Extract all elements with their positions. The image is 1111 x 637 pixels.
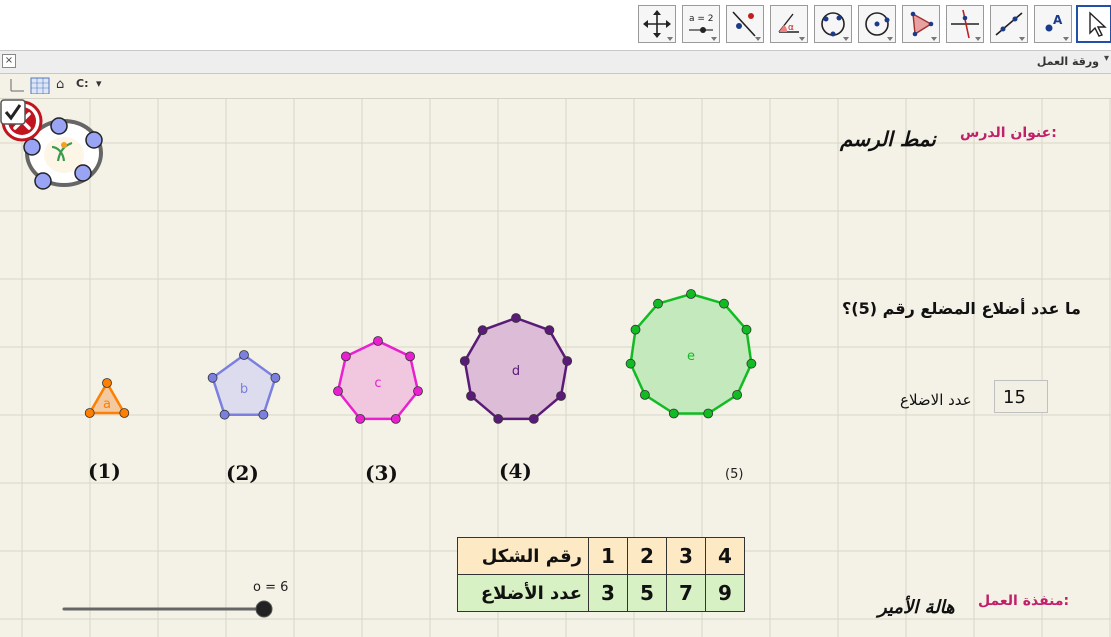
show-shape-5-label: (5): [725, 467, 744, 482]
polygon-d-vertex[interactable]: [459, 356, 470, 366]
grid-toggle-icon[interactable]: [30, 77, 50, 94]
slider-label: o = 6: [253, 580, 289, 595]
polygon-b-vertex[interactable]: [270, 372, 281, 383]
polygon-e-vertex[interactable]: [653, 298, 663, 309]
angle-tool[interactable]: α: [770, 5, 808, 43]
polygon-c-vertex[interactable]: [413, 386, 423, 397]
view-menu-chevron-icon[interactable]: ▾: [1104, 53, 1109, 64]
table-cell: 7: [666, 574, 706, 612]
polygon-e-vertex[interactable]: [630, 324, 641, 335]
polygon-e-vertex[interactable]: [625, 358, 636, 369]
polygon-c-vertex[interactable]: [390, 413, 401, 424]
polygon-b-label: b: [240, 382, 248, 397]
polygon-e-vertex[interactable]: [703, 408, 714, 419]
polygon-c-vertex[interactable]: [333, 386, 343, 397]
close-view-button[interactable]: ×: [2, 54, 16, 68]
shape-number-1: (1): [88, 459, 121, 483]
select-tool[interactable]: [1076, 5, 1111, 43]
polygon-c-vertex[interactable]: [355, 413, 366, 424]
author-name: هالة الأمير: [878, 597, 955, 618]
line-tool[interactable]: [990, 5, 1028, 43]
polygon-e-vertex[interactable]: [732, 389, 742, 400]
table-cell: 3: [666, 537, 706, 575]
polygon-e-label: e: [687, 349, 695, 364]
table-cell: 3: [588, 574, 628, 612]
author-label: منفذة العمل:: [978, 593, 1070, 609]
polygon-a-label: a: [103, 397, 111, 412]
table-row: رقم الشكل 1 2 3 4: [457, 537, 745, 575]
pattern-table: رقم الشكل 1 2 3 4 عدد الأضلاع 3 5 7 9: [457, 537, 745, 612]
undo-button[interactable]: C:: [76, 77, 88, 94]
toolbar: a = 2 α A: [0, 0, 1111, 51]
reflect-tool[interactable]: [726, 5, 764, 43]
polygon-d-vertex[interactable]: [511, 313, 521, 323]
table-cell: 4: [705, 537, 745, 575]
shape-number-3: (3): [365, 461, 398, 485]
table-cell: 9: [705, 574, 745, 612]
polygon-e-vertex[interactable]: [746, 358, 757, 369]
polygon-e-vertex[interactable]: [668, 408, 679, 419]
polygon-e-vertex[interactable]: [640, 389, 650, 400]
point-tool[interactable]: A: [1034, 5, 1072, 43]
table-row: عدد الأضلاع 3 5 7 9: [457, 574, 745, 612]
polygon-d-vertex[interactable]: [466, 391, 476, 401]
slider-o[interactable]: [56, 597, 286, 621]
polygon-c-vertex[interactable]: [405, 351, 416, 362]
cursor-arrow-icon: [1089, 11, 1107, 37]
shape-number-4: (4): [499, 459, 532, 483]
polygon-d-vertex[interactable]: [528, 413, 539, 424]
polygon-d-label: d: [512, 364, 520, 379]
circle-center-point-tool[interactable]: [858, 5, 896, 43]
polygon-c-vertex[interactable]: [373, 336, 383, 346]
table-header-sides-count: عدد الأضلاع: [457, 574, 589, 612]
polygon-d-vertex[interactable]: [493, 413, 504, 424]
table-cell: 1: [588, 537, 628, 575]
move-graphics-view-tool[interactable]: [638, 5, 676, 43]
angle-tool-label: α: [788, 23, 794, 33]
home-icon[interactable]: ⌂: [56, 77, 64, 94]
polygon-a-vertex[interactable]: [102, 378, 112, 388]
polygon-e-vertex[interactable]: [741, 324, 752, 335]
axes-toggle-icon[interactable]: [8, 77, 26, 94]
graphics-view[interactable]: عنوان الدرس: نمط الرسم ما عدد أضلاع المض…: [0, 99, 1111, 637]
polygon-d-vertex[interactable]: [556, 391, 566, 401]
polygon-a-vertex[interactable]: [84, 408, 95, 418]
polygon-b-vertex[interactable]: [258, 409, 269, 420]
polygon-d-vertex[interactable]: [562, 356, 573, 366]
polygon-b-vertex[interactable]: [219, 409, 230, 420]
slider-tool-label: a = 2: [689, 14, 714, 24]
polygon-b-vertex[interactable]: [207, 372, 218, 383]
slider-tool[interactable]: a = 2: [682, 5, 720, 43]
view-title: ورقة العمل: [1036, 55, 1099, 68]
graphics-style-bar: ⌂ C: ▾: [0, 74, 1111, 99]
table-cell: 2: [627, 537, 667, 575]
perpendicular-line-tool[interactable]: [946, 5, 984, 43]
shape-number-2: (2): [226, 461, 259, 485]
polygon-a-vertex[interactable]: [119, 408, 130, 418]
polygon-e-vertex[interactable]: [719, 298, 729, 309]
graphics-menu-chevron-icon[interactable]: ▾: [96, 77, 102, 94]
polygon-e-vertex[interactable]: [686, 289, 696, 299]
point-tool-label: A: [1053, 13, 1063, 27]
polygon-d-vertex[interactable]: [544, 325, 555, 336]
polygon-c-vertex[interactable]: [340, 351, 351, 362]
polygon-tool[interactable]: [902, 5, 940, 43]
polygon-d-vertex[interactable]: [477, 325, 488, 336]
polygon-c-label: c: [374, 376, 381, 391]
view-title-strip: × ورقة العمل ▾: [0, 51, 1111, 74]
circle-three-points-tool[interactable]: [814, 5, 852, 43]
polygon-b-vertex[interactable]: [239, 350, 249, 360]
slider-knob[interactable]: [255, 600, 273, 618]
table-header-shape-number: رقم الشكل: [457, 537, 589, 575]
table-cell: 5: [627, 574, 667, 612]
show-shape-5-checkbox[interactable]: [0, 99, 26, 125]
